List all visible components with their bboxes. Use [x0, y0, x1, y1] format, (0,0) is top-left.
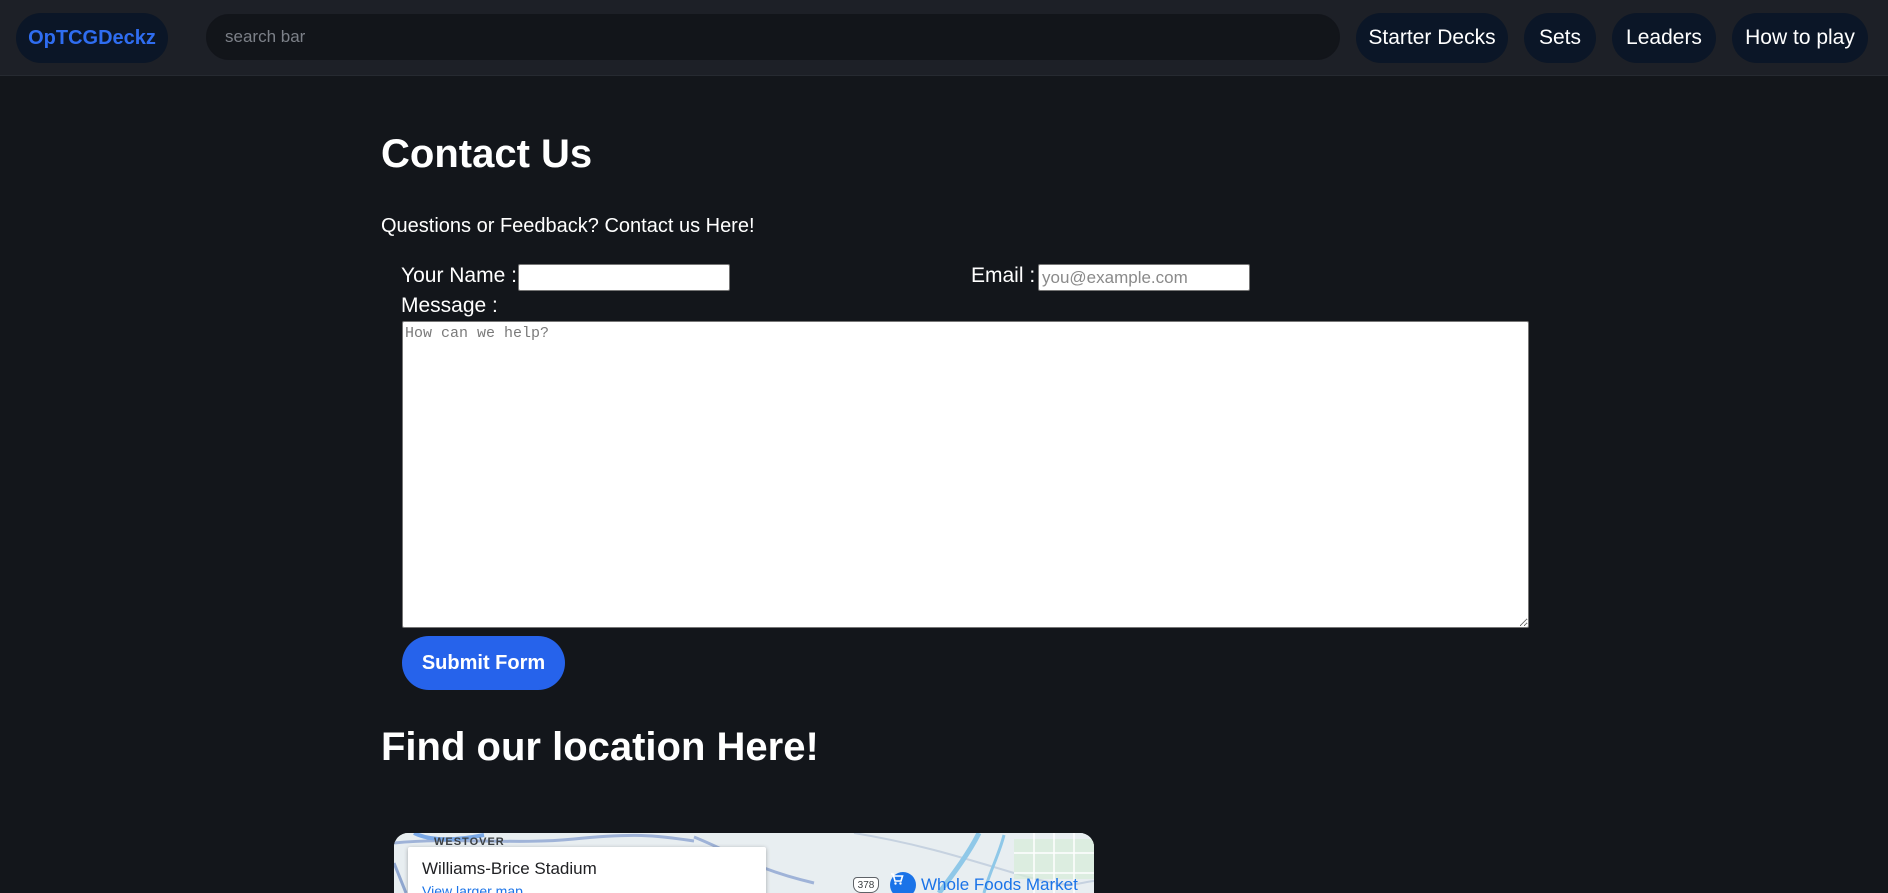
map-poi-label[interactable]: Whole Foods Market	[921, 875, 1078, 893]
highway-shield: 378	[853, 877, 879, 893]
name-field[interactable]	[518, 264, 730, 291]
name-label: Your Name :	[401, 264, 517, 287]
message-textarea[interactable]	[402, 321, 1529, 628]
submit-form-button[interactable]: Submit Form	[402, 636, 565, 690]
message-label: Message :	[401, 294, 498, 317]
email-label: Email :	[971, 264, 1036, 287]
map-place-name: Williams-Brice Stadium	[422, 859, 597, 878]
email-field[interactable]	[1038, 264, 1250, 291]
embedded-map[interactable]: S WESTOVER Williams-Brice Stadium View l…	[394, 833, 1094, 893]
contact-intro-text: Questions or Feedback? Contact us Here!	[381, 215, 755, 237]
location-section-title: Find our location Here!	[381, 725, 819, 769]
top-navbar: OpTCGDeckz Starter Decks Sets Leaders Ho…	[0, 0, 1888, 76]
nav-sets[interactable]: Sets	[1524, 13, 1596, 63]
page-title: Contact Us	[381, 132, 593, 176]
nav-leaders[interactable]: Leaders	[1612, 13, 1716, 63]
search-input[interactable]	[206, 14, 1340, 60]
nav-how-to-play[interactable]: How to play	[1732, 13, 1868, 63]
brand-logo-link[interactable]: OpTCGDeckz	[16, 13, 168, 63]
view-larger-map-link[interactable]: View larger map	[422, 883, 523, 893]
nav-starter-decks[interactable]: Starter Decks	[1356, 13, 1508, 63]
map-place-card: Williams-Brice Stadium View larger map	[408, 847, 766, 893]
shopping-cart-icon[interactable]	[890, 872, 916, 893]
